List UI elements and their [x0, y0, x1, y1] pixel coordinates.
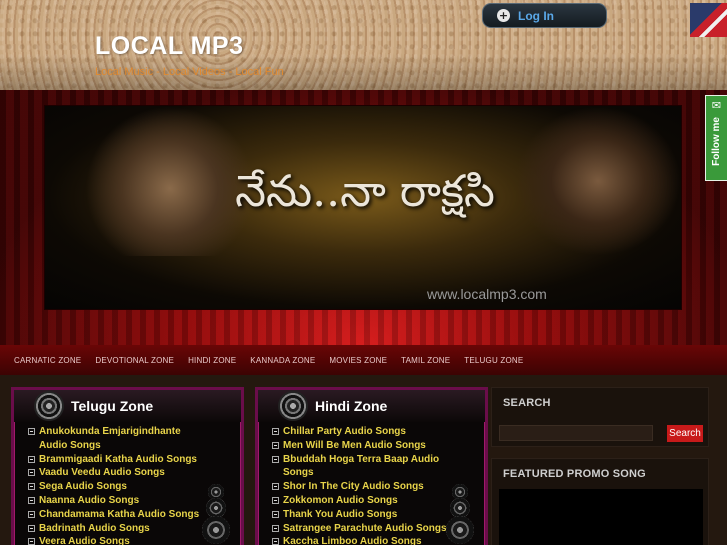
- follow-me-label: Follow me: [711, 117, 722, 166]
- promo-video-player[interactable]: [499, 489, 703, 545]
- nav-movies-zone[interactable]: MOVIES ZONE: [329, 356, 387, 365]
- featured-promo-widget: FEATURED PROMO SONG: [491, 458, 709, 545]
- nav-carnatic-zone[interactable]: CARNATIC ZONE: [14, 356, 81, 365]
- song-link[interactable]: Naanna Audio Songs: [39, 494, 139, 508]
- site-title[interactable]: LOCAL MP3: [95, 32, 244, 61]
- expand-icon: [272, 524, 279, 532]
- search-widget: SEARCH Search: [491, 387, 709, 447]
- content-area: Telugu Zone Anukokunda Emjarigindhante A…: [0, 375, 727, 545]
- follow-me-tab[interactable]: ✉ Follow me: [705, 95, 727, 181]
- search-button[interactable]: Search: [667, 425, 703, 442]
- song-link[interactable]: Chandamama Katha Audio Songs: [39, 508, 199, 522]
- telugu-zone-box: Telugu Zone Anukokunda Emjarigindhante A…: [11, 387, 244, 545]
- list-item[interactable]: Brammigaadi Katha Audio Songs: [28, 453, 241, 467]
- song-link[interactable]: Anukokunda Emjarigindhante Audio Songs: [39, 425, 209, 453]
- speaker-stack-icon: [201, 484, 231, 545]
- song-link[interactable]: Veera Audio Songs: [39, 535, 130, 545]
- expand-icon: [28, 496, 35, 504]
- search-heading: SEARCH: [503, 397, 551, 409]
- song-link[interactable]: Satrangee Parachute Audio Songs: [283, 522, 447, 536]
- nav-kannada-zone[interactable]: KANNADA ZONE: [250, 356, 315, 365]
- site-tagline: Local Music - Local Videos - Local Fun: [95, 66, 284, 78]
- song-link[interactable]: Sega Audio Songs: [39, 480, 127, 494]
- expand-icon: [272, 496, 279, 504]
- expand-icon: [28, 428, 35, 435]
- zone-title[interactable]: Telugu Zone: [71, 398, 153, 414]
- nav-tamil-zone[interactable]: TAMIL ZONE: [401, 356, 450, 365]
- zone-header: Hindi Zone: [258, 390, 485, 422]
- song-link[interactable]: Vaadu Veedu Audio Songs: [39, 466, 165, 480]
- search-input[interactable]: [499, 425, 653, 441]
- expand-icon: [28, 469, 35, 477]
- plus-icon: +: [497, 9, 510, 22]
- hindi-zone-box: Hindi Zone Chillar Party Audio Songs Men…: [255, 387, 488, 545]
- expand-icon: [28, 483, 35, 491]
- list-item[interactable]: Vaadu Veedu Audio Songs: [28, 466, 241, 480]
- expand-icon: [28, 510, 35, 518]
- login-label: Log In: [518, 8, 554, 23]
- expand-icon: [28, 538, 35, 545]
- list-item[interactable]: Men Will Be Men Audio Songs: [272, 439, 485, 453]
- nav-hindi-zone[interactable]: HINDI ZONE: [188, 356, 236, 365]
- song-link[interactable]: Badrinath Audio Songs: [39, 522, 150, 536]
- banner-url: www.localmp3.com: [427, 286, 547, 302]
- list-item[interactable]: Chillar Party Audio Songs: [272, 425, 485, 439]
- expand-icon: [272, 538, 279, 545]
- zone-header: Telugu Zone: [14, 390, 241, 422]
- song-link[interactable]: Chillar Party Audio Songs: [283, 425, 406, 439]
- expand-icon: [28, 524, 35, 532]
- main-nav: CARNATIC ZONE DEVOTIONAL ZONE HINDI ZONE…: [0, 345, 727, 375]
- song-link[interactable]: Bbuddah Hoga Terra Baap Audio Songs: [283, 453, 453, 481]
- speaker-icon: [278, 391, 308, 421]
- banner-title: నేను..నా రాక్షసి: [235, 166, 495, 217]
- nav-telugu-zone[interactable]: TELUGU ZONE: [464, 356, 523, 365]
- zone-title[interactable]: Hindi Zone: [315, 398, 387, 414]
- song-link[interactable]: Brammigaadi Katha Audio Songs: [39, 453, 197, 467]
- list-item[interactable]: Bbuddah Hoga Terra Baap Audio Songs: [272, 453, 485, 481]
- expand-icon: [28, 455, 35, 463]
- expand-icon: [272, 483, 279, 491]
- expand-icon: [272, 441, 279, 449]
- login-button[interactable]: + Log In: [482, 3, 607, 28]
- list-item[interactable]: Anukokunda Emjarigindhante Audio Songs: [28, 425, 241, 453]
- movie-banner[interactable]: నేను..నా రాక్షసి www.localmp3.com: [45, 106, 681, 309]
- song-link[interactable]: Kaccha Limboo Audio Songs: [283, 535, 422, 545]
- stage-background: నేను..నా రాక్షసి www.localmp3.com: [0, 90, 727, 345]
- expand-icon: [272, 455, 279, 463]
- song-link[interactable]: Thank You Audio Songs: [283, 508, 397, 522]
- speaker-stack-icon: [445, 484, 475, 545]
- bird-icon: ✉: [711, 99, 722, 112]
- song-link[interactable]: Men Will Be Men Audio Songs: [283, 439, 426, 453]
- song-link[interactable]: Zokkomon Audio Songs: [283, 494, 398, 508]
- promo-heading: FEATURED PROMO SONG: [503, 468, 646, 480]
- nav-devotional-zone[interactable]: DEVOTIONAL ZONE: [95, 356, 174, 365]
- song-link[interactable]: Shor In The City Audio Songs: [283, 480, 424, 494]
- banner-face-right: [515, 106, 681, 256]
- expand-icon: [272, 428, 279, 435]
- flag-icon[interactable]: [690, 3, 727, 37]
- expand-icon: [272, 510, 279, 518]
- speaker-icon: [34, 391, 64, 421]
